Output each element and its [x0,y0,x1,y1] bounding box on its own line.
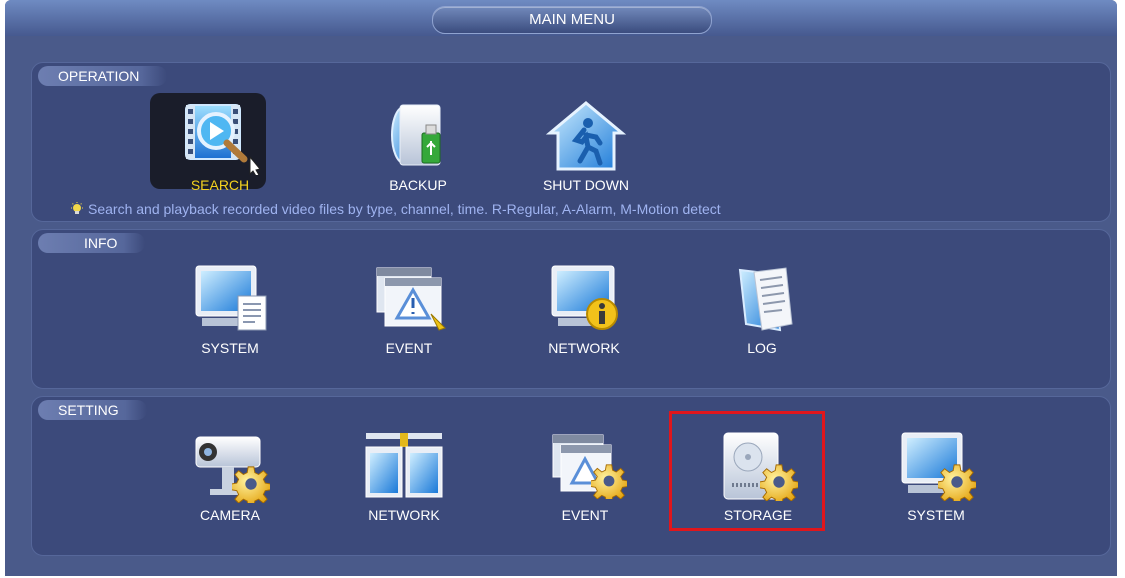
network-gear-icon [365,433,443,498]
menu-item-search[interactable]: SEARCH [150,93,280,193]
info-event-label: EVENT [385,340,433,356]
operation-panel: OPERATION SEARCH BACKUP SHUT DOWN Search… [31,62,1111,222]
main-menu-window: MAIN MENU OPERATION SEARCH BACKUP SHUT D… [5,0,1117,576]
menu-item-info-network[interactable]: NETWORK [524,262,644,356]
monitor-document-icon [195,265,267,331]
info-section-label: INFO [38,233,146,253]
menu-item-log[interactable]: LOG [702,262,822,356]
backup-label: BACKUP [389,177,447,193]
title-bar: MAIN MENU [5,0,1117,36]
setting-event-label: EVENT [561,507,609,523]
monitor-gear-icon [901,432,976,501]
info-panel: INFO SYSTEM EVENT NETWORK LOG [31,229,1111,389]
setting-system-label: SYSTEM [907,507,965,523]
event-gear-icon [552,434,627,499]
search-label: SEARCH [190,177,250,193]
setting-network-label: NETWORK [368,507,440,523]
menu-item-camera[interactable]: CAMERA [170,429,290,523]
search-film-icon [185,104,261,175]
storage-highlight-box [669,411,825,531]
setting-panel: SETTING CAMERA NETWORK EVENT STORAGE SYS… [31,396,1111,556]
log-label: LOG [747,340,777,356]
shutdown-house-icon [545,101,627,171]
menu-item-backup[interactable]: BACKUP [358,99,478,193]
menu-item-setting-network[interactable]: NETWORK [344,429,464,523]
window-title: MAIN MENU [432,6,712,34]
menu-item-setting-event[interactable]: EVENT [525,429,645,523]
lightbulb-icon [71,202,83,214]
operation-hint: Search and playback recorded video files… [70,201,721,217]
log-book-icon [738,267,793,332]
menu-item-info-event[interactable]: EVENT [349,262,469,356]
info-system-label: SYSTEM [201,340,259,356]
menu-item-shut-down[interactable]: SHUT DOWN [526,99,646,193]
menu-item-setting-system[interactable]: SYSTEM [876,429,996,523]
warning-windows-icon [376,267,446,331]
info-network-label: NETWORK [548,340,620,356]
backup-disk-usb-icon [391,104,441,166]
camera-label: CAMERA [200,507,260,523]
camera-gear-icon [195,436,270,503]
setting-section-label: SETTING [38,400,147,420]
shut-down-label: SHUT DOWN [542,177,630,193]
operation-section-label: OPERATION [38,66,168,86]
hint-text: Search and playback recorded video files… [88,201,721,217]
monitor-info-icon [551,265,618,330]
menu-item-info-system[interactable]: SYSTEM [170,262,290,356]
